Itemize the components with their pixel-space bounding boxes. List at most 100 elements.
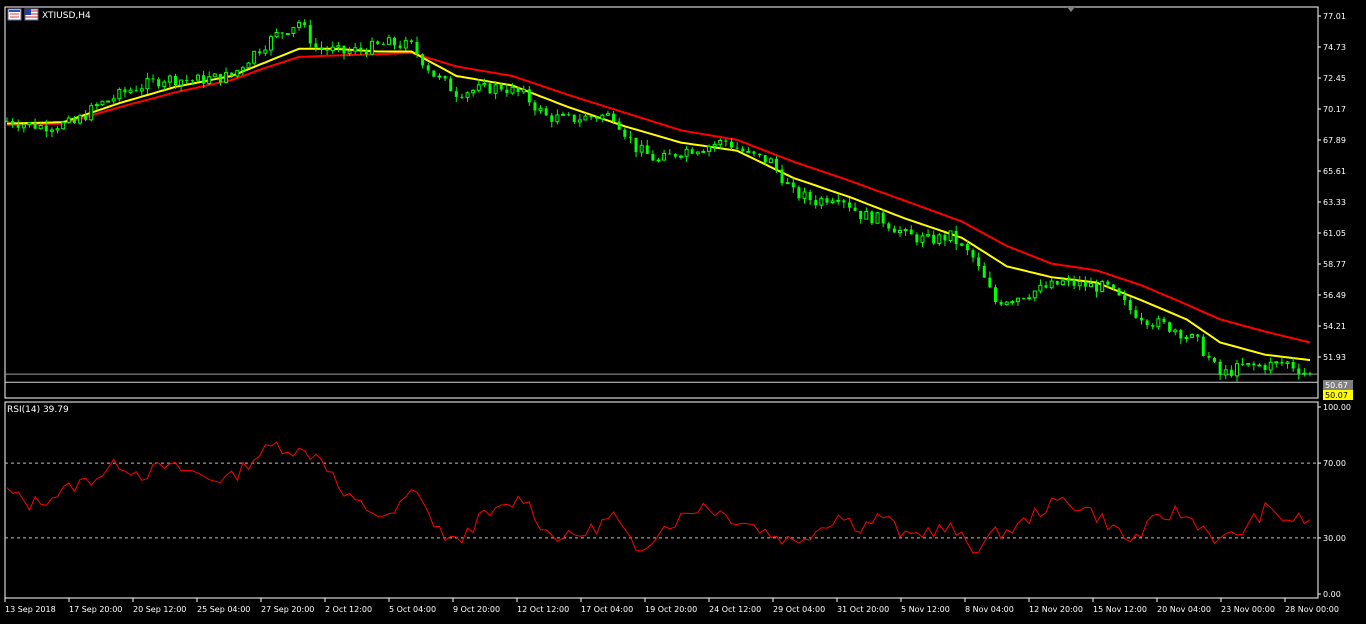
candle: [645, 139, 649, 155]
candle-body-bull: [55, 128, 60, 131]
candle: [617, 117, 621, 131]
chart-window-icon[interactable]: [7, 8, 22, 21]
candle-body-bull: [61, 121, 66, 130]
candle: [1302, 368, 1307, 377]
time-tick-label: 20 Nov 04:00: [1157, 605, 1211, 614]
chart-window[interactable]: 77.01 74.73 72.45 70.17 67.89 65.61 63.33 61.05…: [0, 0, 1366, 624]
candle: [819, 196, 824, 209]
candle-body-bear: [1044, 285, 1048, 288]
candle-body-bull: [386, 37, 391, 45]
candle-body-bull: [1274, 361, 1279, 364]
candle: [758, 153, 762, 158]
candle: [246, 62, 251, 69]
candle-body-bear: [84, 115, 88, 120]
candle: [151, 74, 155, 83]
candle: [393, 36, 397, 50]
candle: [864, 207, 869, 220]
candle-body-bull: [1246, 362, 1251, 366]
candle: [381, 41, 385, 45]
candle: [207, 71, 212, 85]
candle: [55, 126, 60, 134]
candle-body-bull: [1302, 372, 1307, 375]
candle: [1168, 321, 1172, 333]
candle: [892, 225, 896, 233]
candle-body-bear: [791, 182, 795, 188]
candle: [572, 114, 576, 125]
candle-body-bull: [600, 114, 605, 120]
candle: [94, 102, 99, 111]
candle: [561, 111, 566, 116]
candle-body-bull: [684, 148, 689, 157]
shift-marker-icon[interactable]: [1067, 7, 1075, 12]
candle: [954, 225, 958, 251]
candle-body-bear: [965, 244, 969, 251]
candle-body-bear: [1213, 357, 1217, 362]
candle-body-bull: [493, 84, 498, 94]
candle-body-bull: [712, 143, 717, 147]
candle: [752, 150, 756, 157]
candle: [836, 194, 841, 205]
candle-body-bear: [314, 43, 318, 48]
candle: [577, 114, 582, 127]
candle: [370, 37, 375, 56]
candle: [555, 109, 560, 125]
candle: [870, 210, 874, 226]
candle: [656, 157, 661, 163]
candle: [825, 195, 829, 205]
candle-body-bull: [128, 89, 133, 93]
chart-canvas[interactable]: 77.01 74.73 72.45 70.17 67.89 65.61 63.33 61.05…: [0, 0, 1366, 624]
candle: [139, 84, 144, 97]
candle-body-bear: [1055, 281, 1059, 285]
candle: [268, 34, 273, 56]
candle-body-bear: [376, 41, 380, 44]
candle-body-bear: [1207, 355, 1211, 358]
candle-body-bear: [1083, 281, 1087, 287]
candle-body-bull: [252, 50, 257, 64]
candle-body-bear: [533, 102, 537, 111]
candle: [993, 284, 997, 305]
candle-body-bear: [842, 200, 846, 203]
candle: [1297, 363, 1301, 380]
candle: [106, 100, 111, 103]
candle-body-bear: [151, 78, 155, 80]
price-tick-label: 67.89: [1323, 136, 1346, 145]
candle-body-bull: [38, 125, 43, 130]
candle: [476, 79, 481, 93]
candle: [707, 144, 712, 157]
candle-body-bull: [330, 46, 335, 52]
candle-body-bear: [589, 116, 593, 118]
time-tick-label: 15 Nov 12:00: [1093, 605, 1147, 614]
candle: [1274, 361, 1279, 368]
candle-body-bear: [308, 25, 312, 44]
candle: [741, 145, 745, 153]
candle: [926, 229, 931, 238]
candle: [218, 73, 222, 86]
time-tick-label: 8 Nov 04:00: [965, 605, 1014, 614]
candle-body-bear: [634, 137, 638, 153]
candle-body-bull: [336, 45, 341, 48]
candle: [628, 130, 632, 144]
candle: [421, 53, 425, 69]
candle: [212, 72, 217, 78]
candle: [1201, 334, 1205, 357]
candle: [533, 100, 537, 116]
candle: [1213, 356, 1217, 363]
candle: [89, 102, 94, 122]
candle: [1032, 290, 1037, 302]
time-tick-label: 25 Sep 04:00: [197, 605, 250, 614]
candle-body-bear: [16, 124, 20, 128]
candle-body-bear: [1162, 318, 1166, 323]
candle-body-bull: [94, 104, 99, 107]
candle: [887, 221, 891, 232]
price-tick-label: 72.45: [1323, 74, 1346, 83]
candle: [376, 40, 380, 46]
candle: [1257, 363, 1262, 367]
candle-body-bull: [678, 155, 683, 158]
time-tick-label: 31 Oct 20:00: [837, 605, 889, 614]
bid-price-text: 50.67: [1325, 381, 1348, 390]
candle: [274, 28, 279, 39]
candle: [128, 87, 133, 94]
candle-body-bull: [1049, 280, 1054, 289]
candle-body-bull: [926, 234, 931, 237]
candle: [1015, 297, 1020, 306]
